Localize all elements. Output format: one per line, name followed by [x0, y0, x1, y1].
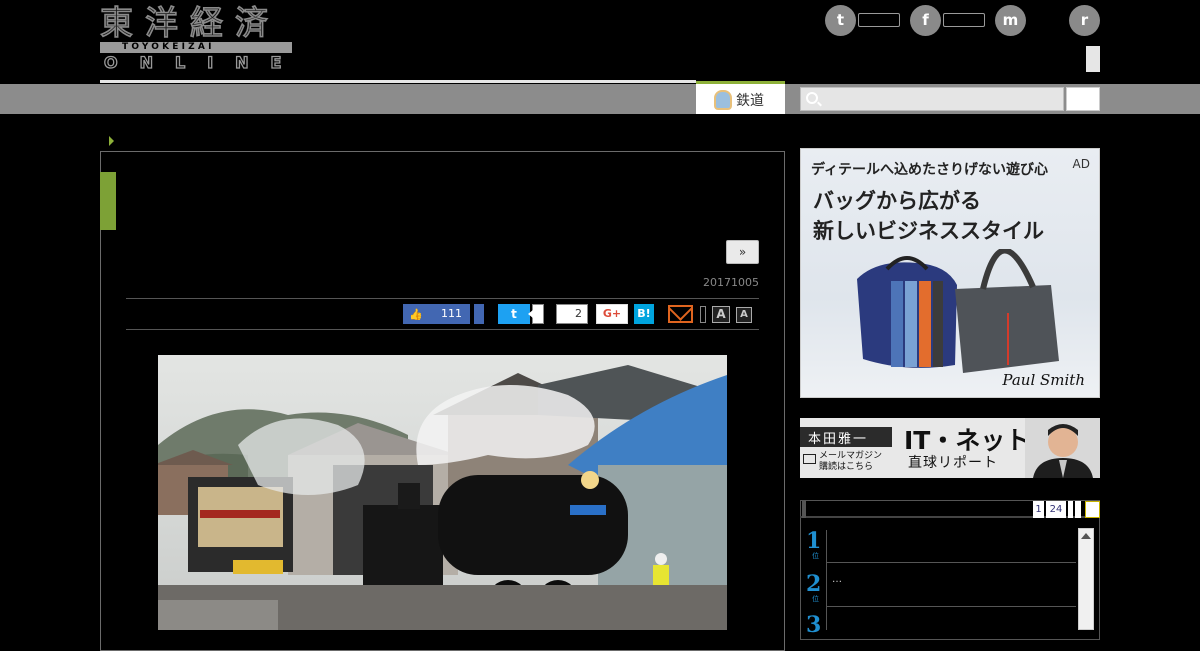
- next-page-button[interactable]: »: [726, 240, 759, 264]
- rank-number-1: 1: [806, 528, 822, 554]
- sidebar-ad-bag[interactable]: AD ディテールへ込めたさりげない遊び心 バッグから広がる 新しいビジネススタイ…: [800, 148, 1100, 398]
- tab-railway-label: 鉄道: [736, 93, 764, 109]
- facebook-share-button[interactable]: [474, 304, 484, 324]
- article-photo-steam-locomotive: [158, 355, 727, 630]
- title-accent-bar: [100, 172, 116, 230]
- gplus-share-button[interactable]: G+: [596, 304, 628, 324]
- facebook-follow-count: [943, 13, 985, 27]
- ad-headline-1: バッグから広がる: [813, 189, 981, 213]
- search-input[interactable]: [800, 87, 1064, 111]
- rss-icon[interactable]: r: [1069, 5, 1100, 36]
- mail-icon: [803, 454, 816, 464]
- share-divider-bottom: [126, 329, 759, 330]
- twitter-follow-count: [858, 13, 900, 27]
- logo-sub: TOYOKEIZAI: [122, 42, 215, 52]
- share-divider-top: [126, 298, 759, 299]
- banner-subtitle: 直球リポート: [908, 455, 998, 471]
- search-button[interactable]: [1066, 87, 1100, 111]
- twitter-share-button[interactable]: t: [498, 304, 530, 324]
- rank-suffix-2: 位: [812, 595, 819, 603]
- banner-author: 本田雅一: [808, 432, 869, 447]
- banner-magazine-text: メールマガジン 購読はこちら: [819, 451, 882, 473]
- ranking-tab-2[interactable]: [1068, 501, 1073, 518]
- ad-brand: Paul Smith: [1002, 371, 1085, 389]
- breadcrumb-arrow-icon: [109, 136, 114, 146]
- ranking-page-1[interactable]: 1: [1033, 501, 1044, 518]
- messenger-icon[interactable]: m: [995, 5, 1026, 36]
- banner-mag-line1: メールマガジン: [819, 451, 883, 461]
- ad-headline-2: 新しいビジネススタイル: [813, 219, 1044, 243]
- ranking-tab-4[interactable]: [1085, 501, 1100, 518]
- search-icon: [806, 92, 818, 104]
- ranking-page-24[interactable]: 24: [1046, 501, 1066, 518]
- font-size-small-button[interactable]: A: [736, 307, 752, 323]
- twitter-icon[interactable]: t: [825, 5, 856, 36]
- ad-subcopy: ディテールへ込めたさりげない遊び心: [811, 162, 1049, 178]
- like-count: 111: [441, 307, 462, 320]
- rank-suffix-1: 位: [812, 552, 819, 560]
- facebook-icon[interactable]: f: [910, 5, 941, 36]
- rank-separator: [826, 606, 1076, 607]
- logo-online: ONLINE: [103, 52, 304, 72]
- ranking-scrollbar[interactable]: [1078, 528, 1094, 630]
- railway-icon: [714, 90, 732, 110]
- article-date: 20171005: [703, 276, 759, 289]
- banner-mag-line2: 購読はこちら: [819, 462, 874, 472]
- scroll-up-icon[interactable]: [1081, 533, 1091, 539]
- hatena-bookmark-button[interactable]: B!: [634, 304, 654, 324]
- hatena-count-bubble: 2: [556, 304, 588, 324]
- ranking-tab-3[interactable]: [1075, 501, 1081, 518]
- newsletter-banner[interactable]: 本田雅一 IT・ネット 直球リポート メールマガジン 購読はこちら: [800, 418, 1100, 478]
- tweet-count-bubble: [528, 304, 544, 324]
- locomotive-photo: [158, 355, 727, 630]
- ad-tag: AD: [1072, 157, 1090, 171]
- logo-kanji: 東洋経済: [99, 3, 280, 43]
- ranking-column-divider: [826, 530, 827, 630]
- rank-separator: [826, 562, 1076, 563]
- menu-button[interactable]: [1086, 46, 1100, 72]
- rank-title-2[interactable]: …: [832, 574, 842, 585]
- tab-railway[interactable]: 鉄道: [696, 81, 785, 114]
- author-photo: [1025, 418, 1100, 478]
- mail-share-icon[interactable]: [668, 305, 693, 323]
- facebook-like-button[interactable]: 👍 111: [403, 304, 470, 324]
- ranking-tab-marker: [802, 500, 806, 518]
- thumbs-up-icon: 👍: [409, 308, 423, 321]
- ranking-widget: [800, 500, 1100, 640]
- ad-bags-image: [857, 249, 1059, 373]
- site-logo[interactable]: 東洋経済 TOYOKEIZAI ONLINE: [99, 3, 295, 73]
- font-size-large-button[interactable]: A: [712, 306, 730, 323]
- rank-number-3: 3: [806, 612, 822, 638]
- print-button[interactable]: [700, 306, 706, 323]
- rank-number-2: 2: [806, 571, 822, 597]
- twitter-bird-icon: t: [511, 307, 517, 321]
- header-divider: [100, 80, 696, 83]
